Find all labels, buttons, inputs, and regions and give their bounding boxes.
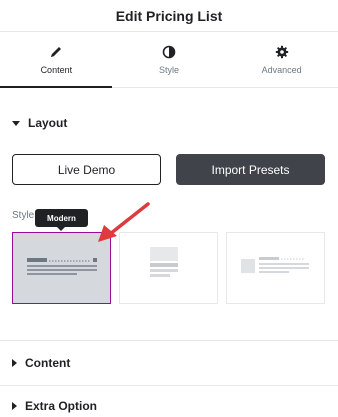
layout-section-toggle[interactable]: Layout	[0, 113, 338, 133]
gear-icon	[275, 45, 288, 58]
tab-content-label: Content	[40, 64, 73, 75]
caret-right-icon	[12, 402, 17, 410]
pencil-icon	[51, 46, 62, 57]
tab-content[interactable]: Content	[0, 32, 113, 87]
preset-3-thumbnail	[241, 257, 309, 273]
extra-option-section-title: Extra Option	[25, 399, 98, 413]
layout-section-title: Layout	[28, 116, 68, 130]
divider	[0, 340, 338, 341]
tab-style[interactable]: Style	[113, 32, 226, 87]
tab-advanced-label: Advanced	[261, 64, 302, 75]
tab-style-label: Style	[159, 64, 180, 75]
style-label: Style	[12, 210, 35, 221]
extra-option-section-toggle[interactable]: Extra Option	[0, 396, 338, 416]
content-section-title: Content	[25, 356, 71, 370]
panel-title: Edit Pricing List	[115, 7, 223, 24]
preset-3[interactable]	[226, 232, 325, 304]
content-section-toggle[interactable]: Content	[0, 353, 338, 373]
divider	[0, 385, 338, 386]
caret-right-icon	[12, 359, 17, 367]
live-demo-button[interactable]: Live Demo	[12, 154, 161, 185]
panel-header: Edit Pricing List	[0, 0, 338, 32]
caret-down-icon	[12, 120, 20, 126]
import-presets-button[interactable]: Import Presets	[176, 154, 325, 185]
tab-bar: Content Style Advanced	[0, 32, 338, 88]
preset-tooltip: Modern	[35, 209, 88, 231]
tab-advanced[interactable]: Advanced	[225, 32, 338, 87]
contrast-icon	[162, 45, 176, 58]
annotation-arrow-icon	[98, 202, 150, 242]
